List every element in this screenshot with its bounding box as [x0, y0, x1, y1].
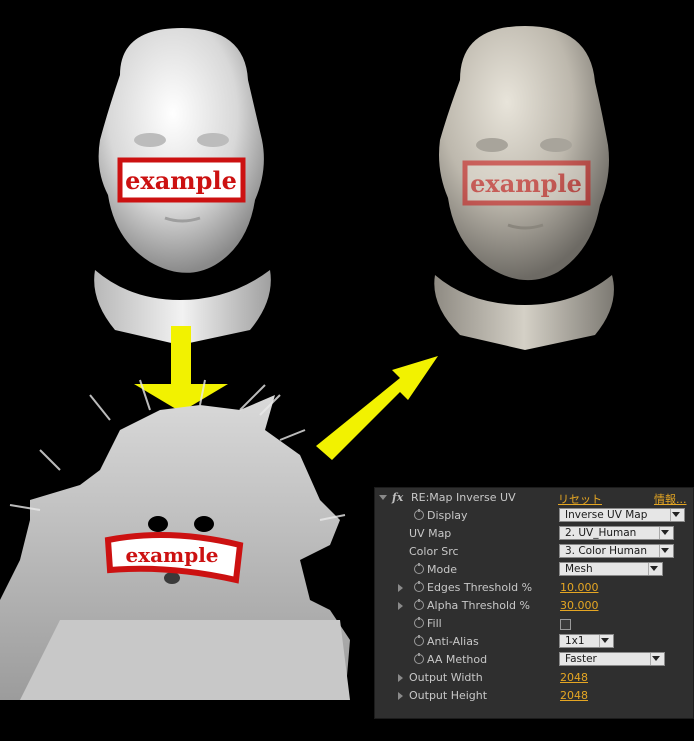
- chevron-down-icon: [672, 512, 680, 517]
- param-row-display: Display Inverse UV Map: [375, 507, 693, 525]
- param-label-color-src: Color Src: [409, 545, 459, 558]
- expand-twirl-icon[interactable]: [398, 602, 403, 610]
- output-width-value[interactable]: 2048: [560, 671, 588, 684]
- uv-map-dropdown[interactable]: 2. UV_Human: [559, 526, 674, 540]
- edges-threshold-value[interactable]: 10.000: [560, 581, 599, 594]
- param-row-output-height: Output Height 2048: [375, 687, 693, 705]
- param-row-alpha-threshold: Alpha Threshold % 30.000: [375, 597, 693, 615]
- param-row-aa-method: AA Method Faster: [375, 651, 693, 669]
- stopwatch-icon[interactable]: [414, 635, 424, 646]
- chevron-down-icon: [601, 638, 609, 643]
- param-row-uv-map: UV Map 2. UV_Human: [375, 525, 693, 543]
- chevron-down-icon: [652, 656, 660, 661]
- stopwatch-icon[interactable]: [414, 617, 424, 628]
- expand-twirl-icon[interactable]: [398, 692, 403, 700]
- expand-twirl-icon[interactable]: [398, 584, 403, 592]
- result-label-sticker: example: [462, 160, 591, 206]
- chevron-down-icon: [661, 530, 669, 535]
- mode-dropdown-value: Mesh: [565, 563, 593, 575]
- effect-name: RE:Map Inverse UV: [411, 491, 516, 504]
- fx-icon[interactable]: fx: [392, 491, 403, 504]
- param-label-anti-alias: Anti-Alias: [427, 635, 479, 648]
- param-label-alpha-threshold: Alpha Threshold %: [427, 599, 530, 612]
- info-link[interactable]: 情報...: [654, 491, 687, 507]
- param-row-output-width: Output Width 2048: [375, 669, 693, 687]
- color-src-dropdown[interactable]: 3. Color Human: [559, 544, 674, 558]
- param-label-aa-method: AA Method: [427, 653, 488, 666]
- param-label-fill: Fill: [427, 617, 442, 630]
- color-src-dropdown-value: 3. Color Human: [565, 545, 647, 557]
- fill-checkbox[interactable]: [560, 619, 571, 630]
- param-label-display: Display: [427, 509, 468, 522]
- anti-alias-dropdown[interactable]: 1x1: [559, 634, 614, 648]
- uv-map-dropdown-value: 2. UV_Human: [565, 527, 637, 539]
- source-label-sticker: example: [117, 157, 246, 203]
- effect-header-row: fx RE:Map Inverse UV リセット 情報...: [375, 489, 693, 507]
- arrow-down-icon: [134, 326, 228, 412]
- uv-map-image: example: [0, 379, 350, 741]
- param-label-uv-map: UV Map: [409, 527, 452, 540]
- aa-method-dropdown[interactable]: Faster: [559, 652, 665, 666]
- uv-label-text: example: [125, 543, 218, 567]
- param-row-fill: Fill: [375, 615, 693, 633]
- param-label-output-height: Output Height: [409, 689, 488, 702]
- param-row-color-src: Color Src 3. Color Human: [375, 543, 693, 561]
- stopwatch-icon[interactable]: [414, 581, 424, 592]
- anti-alias-dropdown-value: 1x1: [565, 635, 585, 647]
- mode-dropdown[interactable]: Mesh: [559, 562, 663, 576]
- output-height-value[interactable]: 2048: [560, 689, 588, 702]
- source-label-text: example: [125, 166, 237, 195]
- param-row-edges-threshold: Edges Threshold % 10.000: [375, 579, 693, 597]
- stopwatch-icon[interactable]: [414, 653, 424, 664]
- chevron-down-icon: [650, 566, 658, 571]
- param-row-mode: Mode Mesh: [375, 561, 693, 579]
- display-dropdown[interactable]: Inverse UV Map: [559, 508, 685, 522]
- stopwatch-icon[interactable]: [414, 599, 424, 610]
- display-dropdown-value: Inverse UV Map: [565, 509, 648, 521]
- stopwatch-icon[interactable]: [414, 563, 424, 574]
- param-label-mode: Mode: [427, 563, 457, 576]
- param-label-edges-threshold: Edges Threshold %: [427, 581, 533, 594]
- chevron-down-icon: [661, 548, 669, 553]
- collapse-twirl-icon[interactable]: [379, 495, 387, 500]
- alpha-threshold-value[interactable]: 30.000: [560, 599, 599, 612]
- arrow-diagonal-icon: [316, 356, 438, 460]
- aa-method-dropdown-value: Faster: [565, 653, 597, 665]
- result-label-text: example: [470, 169, 582, 198]
- param-row-anti-alias: Anti-Alias 1x1: [375, 633, 693, 651]
- effect-controls-panel: fx RE:Map Inverse UV リセット 情報... Display …: [374, 487, 694, 719]
- param-label-output-width: Output Width: [409, 671, 483, 684]
- expand-twirl-icon[interactable]: [398, 674, 403, 682]
- stopwatch-icon[interactable]: [414, 509, 424, 520]
- reset-link[interactable]: リセット: [558, 491, 602, 507]
